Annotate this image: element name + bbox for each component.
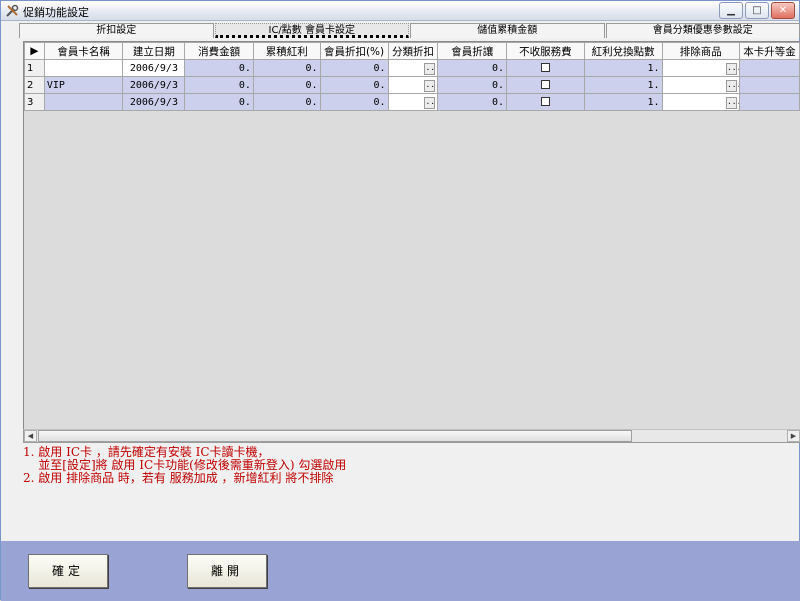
ellipsis-button[interactable]: ... xyxy=(726,80,737,92)
card-name-cell[interactable] xyxy=(44,94,123,111)
col-bonus-points[interactable]: 累積紅利 xyxy=(253,43,320,60)
table-row[interactable]: 1 2006/9/3 0. 0. 0. ... 0. 1. ... xyxy=(25,60,800,77)
col-member-rebate[interactable]: 會員折讓 xyxy=(438,43,507,60)
ellipsis-button[interactable]: ... xyxy=(424,63,435,75)
col-spend-amount[interactable]: 消費金額 xyxy=(185,43,254,60)
confirm-button[interactable]: 確定 xyxy=(28,554,108,588)
title-bar: 促銷功能設定 ▁ □ ✕ xyxy=(1,1,799,21)
bonus-cell[interactable]: 0. xyxy=(253,60,320,77)
scroll-thumb[interactable] xyxy=(38,430,632,442)
redeem-cell[interactable]: 1. xyxy=(584,60,662,77)
leave-button[interactable]: 離開 xyxy=(187,554,267,588)
date-cell[interactable]: 2006/9/3 xyxy=(123,60,185,77)
left-margin xyxy=(1,38,19,541)
col-member-discount[interactable]: 會員折扣(%) xyxy=(320,43,388,60)
bottom-button-bar: 確定 離開 xyxy=(1,541,800,601)
rebate-cell[interactable]: 0. xyxy=(438,60,507,77)
ellipsis-button[interactable]: ... xyxy=(424,97,435,109)
tab-member-category[interactable]: 會員分類優惠參數設定 xyxy=(606,23,800,38)
ellipsis-button[interactable]: ... xyxy=(726,63,737,75)
row-indicator-header: ▶ xyxy=(25,43,45,60)
col-no-service-fee[interactable]: 不收服務費 xyxy=(507,43,585,60)
upgrade-cell[interactable] xyxy=(739,94,799,111)
row-number: 1 xyxy=(25,60,45,77)
member-card-grid: ▶ 會員卡名稱 建立日期 消費金額 累積紅利 會員折扣(%) 分類折扣 會員折讓… xyxy=(23,41,800,442)
discount-cell[interactable]: 0. xyxy=(320,60,388,77)
exclude-cell[interactable]: ... xyxy=(662,77,739,94)
tab-stored-value[interactable]: 儲值累積金額 xyxy=(410,23,605,38)
redeem-cell[interactable]: 1. xyxy=(584,77,662,94)
no-fee-cell[interactable] xyxy=(507,77,585,94)
rebate-cell[interactable]: 0. xyxy=(438,77,507,94)
scroll-right-icon[interactable]: ▶ xyxy=(787,430,800,442)
col-exclude-items[interactable]: 排除商品 xyxy=(662,43,739,60)
horizontal-scrollbar[interactable]: ◀ ▶ xyxy=(23,429,800,443)
spend-cell[interactable]: 0. xyxy=(185,94,254,111)
date-cell[interactable]: 2006/9/3 xyxy=(123,94,185,111)
ellipsis-button[interactable]: ... xyxy=(424,80,435,92)
exclude-cell[interactable]: ... xyxy=(662,60,739,77)
card-name-cell[interactable] xyxy=(44,60,123,77)
maximize-button[interactable]: □ xyxy=(745,2,769,19)
spend-cell[interactable]: 0. xyxy=(185,77,254,94)
col-upgrade-amount[interactable]: 本卡升等金 xyxy=(739,43,799,60)
category-cell[interactable]: ... xyxy=(388,94,438,111)
no-fee-cell[interactable] xyxy=(507,60,585,77)
card-name-cell[interactable]: VIP xyxy=(44,77,123,94)
tools-icon xyxy=(5,4,19,18)
upgrade-cell[interactable] xyxy=(739,77,799,94)
exclude-cell[interactable]: ... xyxy=(662,94,739,111)
close-button[interactable]: ✕ xyxy=(771,2,795,19)
col-card-name[interactable]: 會員卡名稱 xyxy=(44,43,123,60)
ellipsis-button[interactable]: ... xyxy=(726,97,737,109)
row-number: 3 xyxy=(25,94,45,111)
minimize-button[interactable]: ▁ xyxy=(719,2,743,19)
window-title: 促銷功能設定 xyxy=(23,4,89,20)
no-fee-checkbox[interactable] xyxy=(541,63,550,72)
redeem-cell[interactable]: 1. xyxy=(584,94,662,111)
tab-discount-settings[interactable]: 折扣設定 xyxy=(19,23,214,38)
category-cell[interactable]: ... xyxy=(388,77,438,94)
bonus-cell[interactable]: 0. xyxy=(253,94,320,111)
category-cell[interactable]: ... xyxy=(388,60,438,77)
discount-cell[interactable]: 0. xyxy=(320,77,388,94)
col-created-date[interactable]: 建立日期 xyxy=(123,43,185,60)
rebate-cell[interactable]: 0. xyxy=(438,94,507,111)
spend-cell[interactable]: 0. xyxy=(185,60,254,77)
table-row[interactable]: 3 2006/9/3 0. 0. 0. ... 0. 1. ... xyxy=(25,94,800,111)
no-fee-cell[interactable] xyxy=(507,94,585,111)
col-category-discount[interactable]: 分類折扣 xyxy=(388,43,438,60)
upgrade-cell[interactable] xyxy=(739,60,799,77)
main-window: 促銷功能設定 ▁ □ ✕ 折扣設定 IC/點數 會員卡設定 儲值累積金額 會員分… xyxy=(0,0,800,600)
instruction-notes: 1. 啟用 IC卡 ，請先確定有安裝 IC卡讀卡機， 並至[設定]將 啟用 IC… xyxy=(23,446,346,485)
note-line-3: 2. 啟用 排除商品 時，若有 服務加成 ，新增紅利 將不排除 xyxy=(23,472,346,485)
date-cell[interactable]: 2006/9/3 xyxy=(123,77,185,94)
no-fee-checkbox[interactable] xyxy=(541,80,550,89)
no-fee-checkbox[interactable] xyxy=(541,97,550,106)
tab-ic-card-settings[interactable]: IC/點數 會員卡設定 xyxy=(215,23,410,38)
member-card-table: ▶ 會員卡名稱 建立日期 消費金額 累積紅利 會員折扣(%) 分類折扣 會員折讓… xyxy=(24,42,800,111)
bonus-cell[interactable]: 0. xyxy=(253,77,320,94)
discount-cell[interactable]: 0. xyxy=(320,94,388,111)
table-row[interactable]: 2 VIP 2006/9/3 0. 0. 0. ... 0. 1. ... xyxy=(25,77,800,94)
header-row: ▶ 會員卡名稱 建立日期 消費金額 累積紅利 會員折扣(%) 分類折扣 會員折讓… xyxy=(25,43,800,60)
scroll-left-icon[interactable]: ◀ xyxy=(24,430,37,442)
row-number: 2 xyxy=(25,77,45,94)
tab-strip: 折扣設定 IC/點數 會員卡設定 儲值累積金額 會員分類優惠參數設定 xyxy=(19,23,800,38)
col-redeem-points[interactable]: 紅利兌換點數 xyxy=(584,43,662,60)
